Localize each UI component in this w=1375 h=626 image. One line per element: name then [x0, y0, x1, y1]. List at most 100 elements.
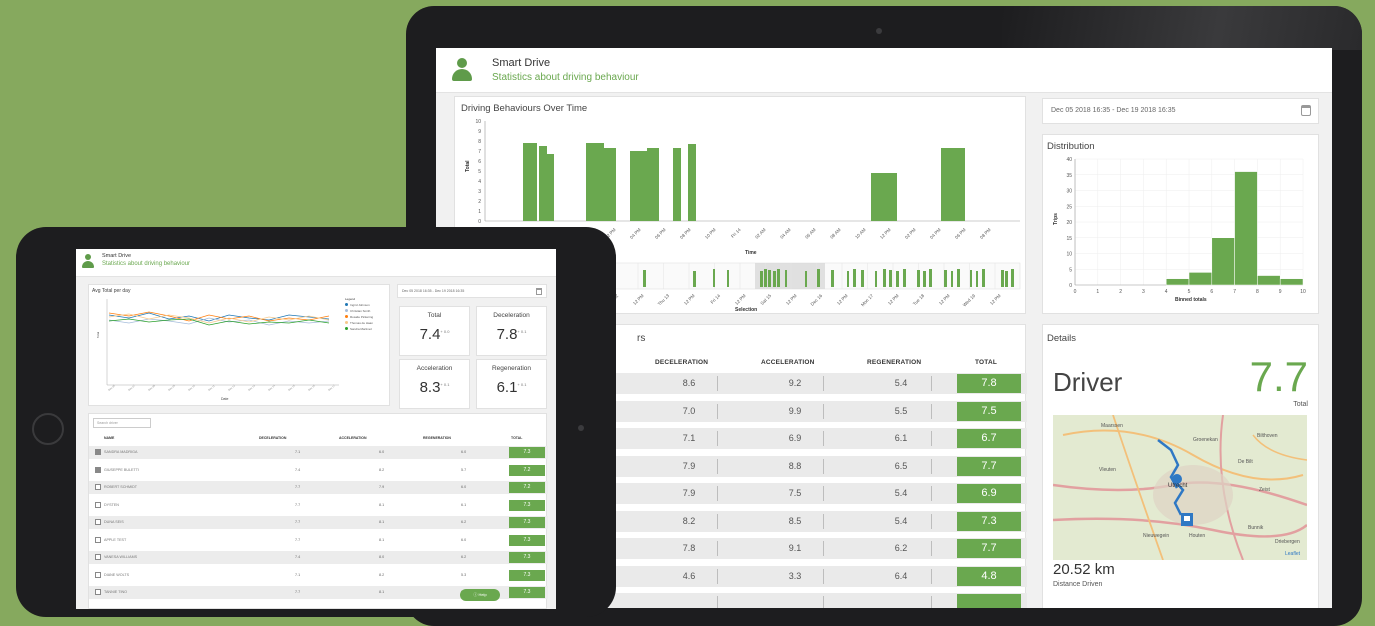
table-row[interactable]: ROBERT SCHMIDT 7.7 7.9 6.0 7.2 [89, 481, 548, 494]
dec-cell: 7.1 [295, 572, 301, 577]
map-label: Maarssen [1101, 423, 1123, 429]
navigator-bar [923, 271, 926, 287]
navigator-bar [847, 271, 849, 287]
dec-cell: 7.4 [295, 467, 301, 472]
y-tick-label: 2 [478, 199, 481, 205]
legend-item[interactable]: Rosalie Pickering [345, 315, 373, 319]
calendar-icon[interactable] [1301, 105, 1311, 116]
x-tick-label: 02 PM [904, 227, 917, 240]
acc-cell: 8.2 [379, 467, 385, 472]
app-title: Smart Drive [492, 57, 551, 69]
y-tick-label: 9 [478, 129, 481, 135]
col-total[interactable]: TOTAL [511, 436, 522, 440]
calendar-icon[interactable] [536, 288, 542, 295]
row-checkbox[interactable] [95, 554, 101, 560]
x-tick-label: 10 PM [704, 227, 717, 240]
help-button[interactable]: ⓘ Help [460, 589, 500, 601]
row-checkbox[interactable] [95, 571, 101, 578]
chart-bar [523, 143, 537, 221]
x-tick-label: 8 [1256, 289, 1259, 295]
histogram-bar [1165, 278, 1190, 286]
col-deceleration[interactable]: DECELERATION [259, 436, 286, 440]
distribution-card: Distribution 0 5 10 15 20 25 30 35 40 0 1 2 3 4 5 6 7 8 9 1… [1042, 134, 1319, 314]
table-row[interactable]: VANESA WILLIAMS 7.4 8.0 6.2 7.3 [89, 551, 548, 564]
chart-bar [688, 144, 696, 221]
dec-cell: 7.7 [295, 485, 301, 489]
legend-item[interactable]: Thomas de Haan [345, 321, 373, 325]
y-tick-label: 10 [475, 119, 481, 125]
navigator-bar [875, 271, 877, 287]
row-checkbox[interactable] [95, 484, 101, 490]
row-checkbox[interactable] [95, 536, 101, 543]
driver-logo-icon [82, 254, 94, 268]
col-acceleration[interactable]: ACCELERATION [339, 436, 367, 440]
dec-cell: 7.7 [295, 502, 301, 507]
navigator-bar [643, 270, 646, 287]
total-badge: 7.3 [509, 587, 545, 598]
col-acceleration[interactable]: ACCELERATION [761, 359, 815, 366]
avg-xlabel: Date [221, 397, 229, 401]
navigator-bar [777, 269, 780, 287]
navigator-bar [853, 269, 856, 287]
acc-cell: 8.0 [379, 555, 385, 559]
search-driver-input[interactable]: Search driver [93, 418, 151, 428]
navigator-bar [831, 270, 834, 287]
navigator-tick-label: Wed 19 [962, 293, 977, 308]
navigator-tick-label: 12 PM [887, 293, 900, 306]
driver-label: Driver [1053, 367, 1123, 397]
row-checkbox[interactable] [95, 501, 101, 508]
row-checkbox[interactable] [95, 466, 101, 473]
navigator-bar [764, 269, 767, 287]
legend-item[interactable]: Christian Smith [345, 309, 370, 313]
metric-acceleration: Acceleration 8.3+ 0.1 [399, 359, 470, 409]
x-tick-label: 4 [1165, 289, 1168, 295]
col-regeneration[interactable]: REGENERATION [867, 359, 921, 366]
y-tick-label: 4 [478, 179, 481, 185]
navigator-bar [917, 270, 920, 287]
tablet-screen: Smart Drive Statistics about driving beh… [76, 249, 556, 609]
metric-label: Total [427, 312, 442, 319]
map-label: Groenekan [1193, 437, 1218, 443]
date-range-picker[interactable]: Dec 05 2018 16:35 - Dec 19 2018 16:35 [1042, 98, 1319, 124]
y-tick-label: 10 [1066, 252, 1072, 258]
col-regeneration[interactable]: REGENERATION [423, 436, 451, 440]
acc-cell: 8.1 [379, 590, 385, 594]
row-checkbox[interactable] [95, 519, 101, 525]
tablet-date-range-picker[interactable]: Dec 05 2018 16:35 - Dec 19 2018 16:35 [397, 284, 547, 298]
col-name[interactable]: NAME [104, 436, 114, 440]
route-map[interactable]: Maarssen Groenekan Bilthoven Zeist Utrec… [1053, 415, 1307, 560]
reg-cell: 6.0 [461, 537, 467, 542]
table-row[interactable]: DUNA SEIS 7.7 8.1 6.2 7.3 [89, 516, 548, 529]
distribution-chart: 0 5 10 15 20 25 30 35 40 0 1 2 3 4 5 6 7 8 9 10 Trips Binned … [1053, 157, 1306, 303]
col-total[interactable]: TOTAL [975, 359, 997, 366]
driver-name: DUNA SEIS [104, 520, 124, 524]
driver-name: DYSTEN [104, 502, 119, 507]
legend-item[interactable]: Ingrid Johnson [345, 303, 370, 307]
navigator-tick-label: Fri 14 [710, 293, 722, 305]
total-badge: 7.3 [509, 517, 545, 528]
navigator-bar [760, 271, 763, 287]
chart-bar [630, 151, 648, 221]
reg-cell: 6.1 [461, 502, 467, 507]
col-deceleration[interactable]: DECELERATION [655, 359, 708, 366]
histogram-bar [1279, 278, 1304, 286]
navigator-bar [944, 270, 947, 287]
acc-cell: 8.2 [379, 572, 385, 577]
map-attribution[interactable]: Leaflet [1285, 551, 1300, 557]
x-tick-label: 02 AM [754, 227, 767, 240]
table-row[interactable]: DIANE WOLTS 7.1 8.2 5.3 7.3 [89, 569, 548, 582]
regeneration-cell: 5.4 [894, 488, 908, 498]
histogram-bar [1234, 171, 1258, 286]
y-axis-label: Trips [1053, 213, 1059, 225]
legend-item[interactable]: Sandra Martinez [345, 327, 372, 331]
table-row[interactable]: SANDRA MADRIGA 7.1 6.0 6.0 7.3 [89, 446, 548, 459]
table-row[interactable]: APPLE TEST 7.7 8.1 6.0 7.3 [89, 534, 548, 547]
dec-cell: 7.4 [295, 555, 301, 559]
regeneration-cell: 6.1 [894, 433, 908, 443]
total-badge: 7.3 [509, 499, 545, 511]
row-checkbox[interactable] [95, 449, 101, 455]
x-tick-label: 04 PM [629, 227, 642, 240]
table-row[interactable]: DYSTEN 7.7 8.1 6.1 7.3 [89, 499, 548, 512]
table-row[interactable]: GIUSEPPE BULETTI 7.4 8.2 5.7 7.2 [89, 464, 548, 477]
row-checkbox[interactable] [95, 589, 101, 595]
